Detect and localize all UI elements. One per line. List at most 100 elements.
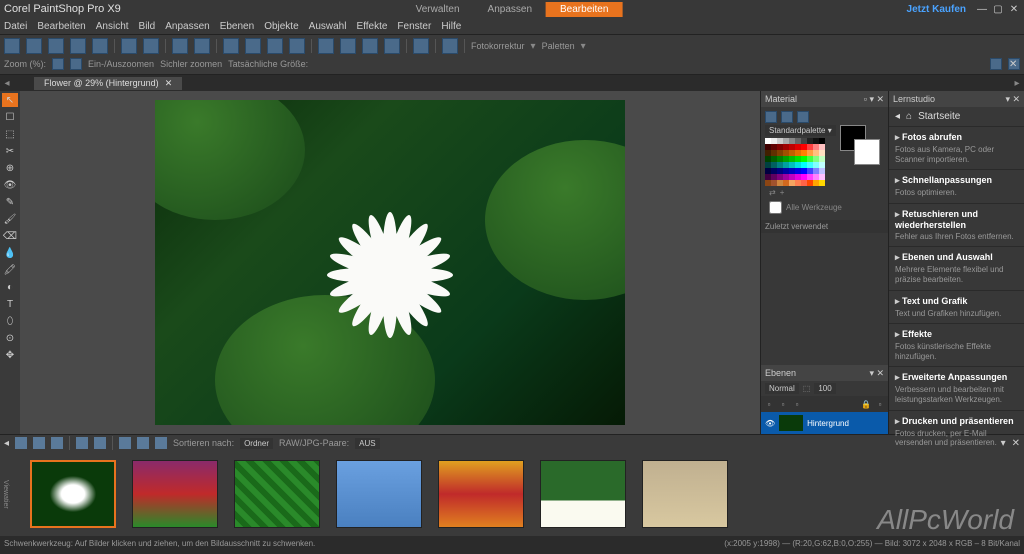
tool-5[interactable]: 👁 <box>2 178 18 192</box>
menu-datei[interactable]: Datei <box>4 21 27 32</box>
tool-15[interactable]: ✥ <box>2 348 18 362</box>
learn-panel-header[interactable]: Lernstudio ▾ ✕ <box>889 91 1024 107</box>
panel-controls-icon[interactable]: ▫ ▾ ✕ <box>864 94 884 105</box>
learn-item[interactable]: Retuschieren und wiederherstellenFehler … <box>889 203 1024 247</box>
sort-dropdown[interactable]: Ordner <box>240 438 273 449</box>
maximize-icon[interactable]: ▢ <box>992 3 1004 15</box>
thumbnail[interactable] <box>438 460 524 528</box>
thumbnail[interactable] <box>642 460 728 528</box>
panel-controls-icon[interactable]: ▾ ✕ <box>1005 94 1020 105</box>
thumbnail[interactable] <box>540 460 626 528</box>
all-tools-checkbox[interactable] <box>769 201 782 214</box>
menu-effekte[interactable]: Effekte <box>356 21 387 32</box>
fullscreen-icon[interactable] <box>340 38 356 54</box>
background-color[interactable] <box>854 139 880 165</box>
learn-item[interactable]: Ebenen und AuswahlMehrere Elemente flexi… <box>889 246 1024 289</box>
new-group-icon[interactable]: ▫ <box>777 398 789 410</box>
layers-icon[interactable] <box>442 38 458 54</box>
mirror-icon[interactable] <box>289 38 305 54</box>
org-view3-icon[interactable] <box>51 437 63 449</box>
new-layer-icon[interactable]: ▫ <box>763 398 775 410</box>
menu-bild[interactable]: Bild <box>139 21 156 32</box>
menu-anpassen[interactable]: Anpassen <box>165 21 209 32</box>
panel-controls-icon[interactable]: ▾ ✕ <box>869 368 884 379</box>
canvas-area[interactable] <box>20 91 760 434</box>
menu-bearbeiten[interactable]: Bearbeiten <box>37 21 85 32</box>
tool-6[interactable]: ✎ <box>2 195 18 209</box>
tool-2[interactable]: ⬚ <box>2 127 18 141</box>
zoom-out-icon[interactable] <box>52 58 64 70</box>
tab-edit[interactable]: Bearbeiten <box>546 2 622 17</box>
menu-ebenen[interactable]: Ebenen <box>220 21 254 32</box>
fit-icon[interactable] <box>318 38 334 54</box>
org-rotate-icon[interactable] <box>76 437 88 449</box>
learn-item[interactable]: Text und GrafikText und Grafiken hinzufü… <box>889 290 1024 324</box>
flip-icon[interactable] <box>267 38 283 54</box>
zoom-in-icon[interactable] <box>70 58 82 70</box>
tab-adjust[interactable]: Anpassen <box>474 2 546 17</box>
tab-nav-right-icon[interactable]: ▸ <box>1010 78 1024 89</box>
new-icon[interactable] <box>4 38 20 54</box>
tab-manage[interactable]: Verwalten <box>402 2 474 17</box>
thumbnail[interactable] <box>336 460 422 528</box>
thumbnail[interactable] <box>132 460 218 528</box>
learn-home[interactable]: ◂ ⌂ Startseite <box>889 107 1024 126</box>
swap-colors-icon[interactable]: ⇄ <box>769 188 776 197</box>
tool-12[interactable]: T <box>2 297 18 311</box>
tool-8[interactable]: ⌫ <box>2 229 18 243</box>
buy-now-link[interactable]: Jetzt Kaufen <box>907 4 966 15</box>
palettes-dropdown[interactable]: Paletten <box>542 41 575 51</box>
palette-dropdown[interactable]: Standardpalette ▾ <box>765 125 836 136</box>
delete-layer-icon[interactable]: ▫ <box>791 398 803 410</box>
layers-panel-header[interactable]: Ebenen ▾ ✕ <box>761 365 888 381</box>
tool-4[interactable]: ⊕ <box>2 161 18 175</box>
learn-item[interactable]: Fotos abrufenFotos aus Kamera, PC oder S… <box>889 126 1024 169</box>
menu-ansicht[interactable]: Ansicht <box>96 21 129 32</box>
visibility-icon[interactable]: 👁 <box>765 419 775 428</box>
lock-layer-icon[interactable]: 🔒 <box>860 398 872 410</box>
menu-fenster[interactable]: Fenster <box>397 21 431 32</box>
close-toolbar-icon[interactable]: ✕ <box>1008 58 1020 70</box>
tool-0[interactable]: ↖ <box>2 93 18 107</box>
tool-13[interactable]: ⬯ <box>2 314 18 328</box>
learn-item[interactable]: EffekteFotos künstlerische Effekte hinzu… <box>889 323 1024 366</box>
org-view2-icon[interactable] <box>33 437 45 449</box>
add-swatch-icon[interactable]: + <box>780 188 785 197</box>
learn-item[interactable]: Erweiterte AnpassungenVerbessern und bea… <box>889 366 1024 409</box>
home-icon[interactable]: ⌂ <box>906 111 912 122</box>
close-icon[interactable]: ✕ <box>1008 3 1020 15</box>
color-swatch[interactable] <box>819 180 825 186</box>
open-icon[interactable] <box>26 38 42 54</box>
photofix-dropdown[interactable]: Fotokorrektur <box>471 41 525 51</box>
blend-mode-dropdown[interactable]: Normal <box>765 383 799 394</box>
scanner-icon[interactable] <box>92 38 108 54</box>
thumbnail[interactable] <box>30 460 116 528</box>
org-collapse-icon[interactable]: ▾ <box>1001 438 1006 449</box>
tool-3[interactable]: ✂ <box>2 144 18 158</box>
menu-auswahl[interactable]: Auswahl <box>309 21 347 32</box>
mat-rainbow-icon[interactable] <box>781 111 793 123</box>
print-icon[interactable] <box>121 38 137 54</box>
layer-menu-icon[interactable]: ▫ <box>874 398 886 410</box>
rotate-right-icon[interactable] <box>245 38 261 54</box>
back-icon[interactable]: ◂ <box>895 111 900 122</box>
org-tool-icon[interactable] <box>119 437 131 449</box>
menu-objekte[interactable]: Objekte <box>264 21 298 32</box>
tool-7[interactable]: 🖌 <box>2 212 18 226</box>
org-rotate2-icon[interactable] <box>94 437 106 449</box>
actual-size-icon[interactable] <box>362 38 378 54</box>
tool-9[interactable]: 💧 <box>2 246 18 260</box>
org-tool3-icon[interactable] <box>155 437 167 449</box>
opacity-input[interactable]: 100 <box>814 383 835 394</box>
tool-10[interactable]: 🖍 <box>2 263 18 277</box>
canvas[interactable] <box>155 100 625 425</box>
layer-row[interactable]: 👁 Hintergrund <box>761 412 888 434</box>
rotate-left-icon[interactable] <box>223 38 239 54</box>
tab-nav-left-icon[interactable]: ◂ <box>0 78 14 89</box>
org-view-icon[interactable] <box>15 437 27 449</box>
tool-1[interactable]: ☐ <box>2 110 18 124</box>
fg-bg-colors[interactable] <box>840 125 884 175</box>
mat-swatches-icon[interactable] <box>765 111 777 123</box>
mat-hsl-icon[interactable] <box>797 111 809 123</box>
grid-icon[interactable] <box>384 38 400 54</box>
